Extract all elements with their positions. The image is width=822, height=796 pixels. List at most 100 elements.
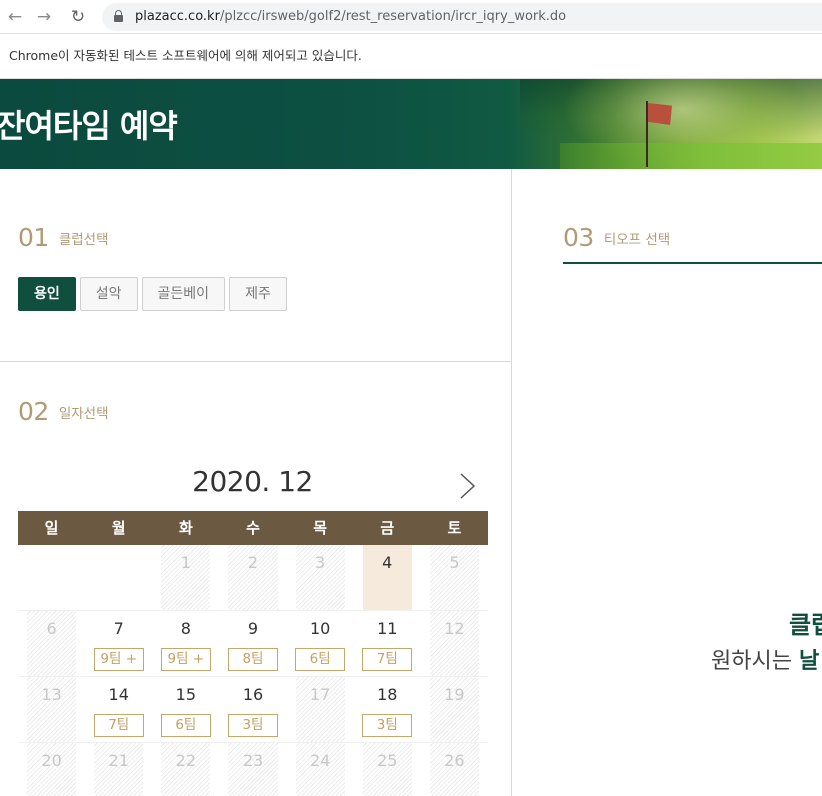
page-banner: 잔여타임 예약	[0, 79, 822, 169]
address-bar[interactable]: plazacc.co.kr/plzcc/irsweb/golf2/rest_re…	[102, 3, 822, 31]
available-teams-badge[interactable]: 9팀 +	[93, 648, 144, 671]
club-button[interactable]: 골든베이	[141, 277, 226, 311]
tee-message-prefix: 원하시는	[711, 649, 799, 674]
step-label: 일자선택	[58, 405, 109, 422]
step-number: 03	[563, 223, 594, 252]
right-column: 03 티오프 선택 클럽 원하시는 날	[513, 169, 822, 796]
club-button[interactable]: 설악	[79, 277, 138, 311]
calendar-day-number: 17	[309, 685, 331, 704]
weekday-label: 화	[178, 519, 193, 537]
calendar-day-number: 15	[175, 685, 197, 704]
url-text: plazacc.co.kr/plzcc/irsweb/golf2/rest_re…	[135, 9, 566, 24]
calendar-day-cell[interactable]: 15 6팀	[152, 677, 219, 742]
calendar-day-number: 9	[247, 619, 259, 638]
lock-icon	[114, 10, 123, 22]
calendar-day-number: 12	[444, 619, 465, 638]
page-title: 잔여타임 예약	[0, 107, 178, 145]
calendar-day-cell: 1	[152, 545, 219, 610]
tee-message-line2: 원하시는 날	[711, 643, 819, 675]
calendar-day-number: 7	[113, 619, 124, 638]
calendar: 일월화수목금토 1 2 3 4 5 6 7 9팀 +8 9팀 +9 8팀 10 6팀 11 7팀 12 13 1…	[18, 511, 488, 796]
calendar-week-row: 1 2 3 4 5	[18, 545, 488, 611]
left-column: 01 클럽선택 용인 설악 골든베이 제주 02 일자선택 2020. 12 일 월 화 수 목 금…	[0, 169, 512, 796]
calendar-day-bg	[27, 545, 76, 610]
automation-infobar: Chrome이 자동화된 테스트 소프트웨어에 의해 제어되고 있습니다.	[0, 34, 822, 79]
calendar-day-number: 18	[377, 685, 398, 704]
tee-message-bold: 날	[798, 649, 820, 674]
calendar-day-number: 20	[41, 751, 62, 770]
calendar-day-number: 4	[382, 553, 393, 572]
calendar-day-number: 6	[46, 619, 57, 638]
calendar-week-row: 20 21 22 23 24 25 26	[18, 743, 488, 796]
calendar-day-cell[interactable]: 11 7팀	[354, 611, 421, 676]
tee-message-line1: 클럽	[789, 611, 822, 639]
calendar-day-cell: 17	[287, 677, 354, 742]
calendar-day-cell: 13	[18, 677, 85, 742]
forward-arrow-icon[interactable]: →	[33, 6, 55, 28]
weekday-label: 토	[447, 519, 462, 537]
banner-grass	[560, 143, 822, 169]
step-label: 티오프 선택	[603, 231, 671, 248]
available-teams-badge[interactable]: 6팀	[295, 648, 346, 671]
calendar-day-number: 5	[449, 553, 460, 572]
available-teams-badge[interactable]: 3팀	[362, 714, 413, 737]
step-number: 01	[18, 223, 49, 252]
calendar-day-cell: 20	[18, 743, 85, 796]
weekday-label: 일	[44, 519, 59, 537]
available-teams-badge[interactable]: 7팀	[93, 714, 144, 737]
calendar-day-number: 1	[180, 553, 191, 572]
calendar-week-row: 6 7 9팀 + 8 9팀 + 9 8팀 10 6팀 11 7팀 12	[18, 611, 488, 677]
step-date-heading: 02 일자선택	[18, 397, 109, 426]
calendar-day-number: 16	[242, 685, 264, 704]
calendar-day-number: 24	[309, 751, 331, 770]
back-arrow-icon[interactable]: ←	[4, 6, 26, 28]
weekday-label: 월	[111, 519, 126, 537]
calendar-day-cell: 19	[421, 677, 488, 742]
next-month-icon[interactable]	[456, 471, 478, 501]
weekday-label: 금	[380, 519, 395, 537]
calendar-day-bg	[94, 545, 143, 610]
step-number: 02	[18, 397, 49, 426]
calendar-day-cell: 23	[219, 743, 286, 796]
club-button[interactable]: 용인	[18, 277, 76, 311]
club-button-group: 용인 설악 골든베이 제주	[18, 277, 287, 311]
calendar-day-cell[interactable]: 18 3팀	[354, 677, 421, 742]
weekday-label: 수	[246, 519, 260, 537]
available-teams-badge[interactable]: 8팀	[227, 648, 278, 671]
step-label: 클럽선택	[58, 231, 109, 248]
browser-toolbar: ← → ↻ plazacc.co.kr/plzcc/irsweb/golf2/r…	[0, 0, 822, 34]
calendar-day-cell[interactable]: 10 6팀	[287, 611, 354, 676]
step-club-heading: 01 클럽선택	[18, 223, 109, 252]
calendar-day-cell[interactable]: 4	[354, 545, 421, 610]
calendar-day-number: 26	[444, 751, 465, 770]
calendar-day-cell[interactable]: 14 7팀	[85, 677, 152, 742]
calendar-day-cell: 25	[354, 743, 421, 796]
available-teams-badge[interactable]: 9팀 +	[160, 648, 211, 671]
calendar-day-cell[interactable]: 8 9팀 +	[152, 611, 219, 676]
url-host: plazacc.co.kr	[135, 9, 220, 24]
reload-icon[interactable]: ↻	[67, 6, 89, 28]
calendar-day-number: 25	[377, 751, 398, 770]
club-select-section: 01 클럽선택 용인 설악 골든베이 제주	[0, 169, 512, 362]
calendar-day-number: 19	[444, 685, 465, 704]
golf-flag-icon	[648, 103, 672, 125]
calendar-day-cell: 26	[421, 743, 488, 796]
calendar-day-number: 8	[180, 619, 191, 638]
tee-section-divider	[563, 262, 822, 264]
calendar-day-cell[interactable]: 9 8팀	[219, 611, 286, 676]
available-teams-badge[interactable]: 6팀	[160, 714, 211, 737]
calendar-weekday-header: 일월화수목금토	[18, 511, 488, 545]
calendar-body: 1 2 3 4 5 6 7 9팀 +8 9팀 +9 8팀 10 6팀 11 7팀 12 13 14 7팀 15 6팀 1…	[18, 545, 488, 796]
calendar-day-number: 3	[315, 553, 326, 572]
calendar-day-cell: 24	[287, 743, 354, 796]
calendar-day-number: 22	[175, 751, 197, 770]
available-teams-badge[interactable]: 3팀	[227, 714, 278, 737]
calendar-day-number: 14	[108, 685, 129, 704]
available-teams-badge[interactable]: 7팀	[362, 648, 413, 671]
club-button[interactable]: 제주	[229, 277, 287, 311]
url-path: /plzcc/irsweb/golf2/rest_reservation/irc…	[219, 9, 567, 24]
calendar-day-cell[interactable]: 16 3팀	[219, 677, 286, 742]
calendar-month-title: 2020. 12	[192, 465, 313, 498]
calendar-day-number: 23	[242, 751, 264, 770]
calendar-day-cell[interactable]: 7 9팀 +	[85, 611, 152, 676]
